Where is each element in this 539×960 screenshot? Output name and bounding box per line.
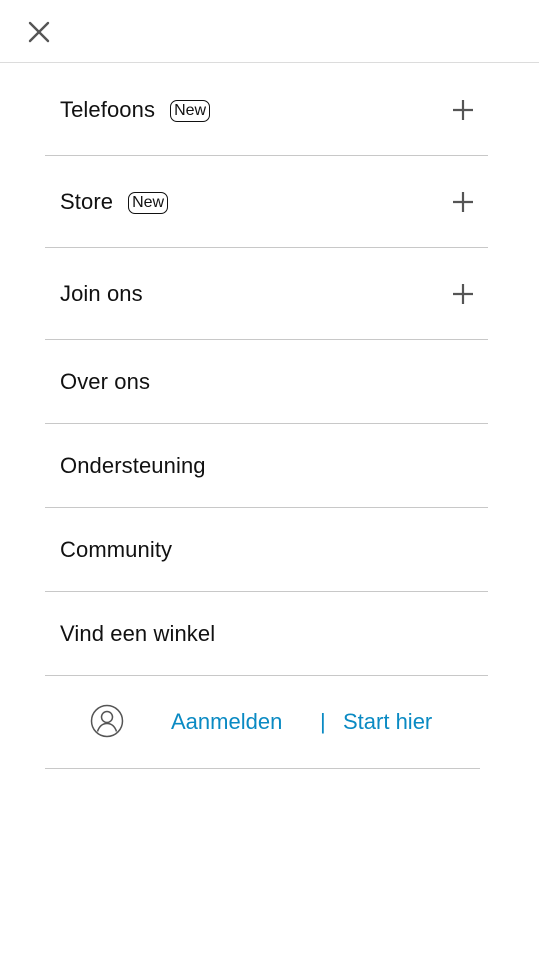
new-badge: New: [128, 191, 169, 214]
link-separator: |: [320, 709, 326, 734]
menu-item-label: Over ons: [60, 368, 151, 394]
menu-item-label: Store: [60, 188, 114, 214]
menu-item-label: Vind een winkel: [60, 620, 216, 646]
menu-item-vind-een-winkel[interactable]: Vind een winkel: [45, 592, 488, 676]
top-bar: [0, 0, 539, 63]
plus-icon[interactable]: [452, 99, 474, 121]
signin-link[interactable]: Aanmelden: [171, 709, 282, 735]
menu-item-community[interactable]: Community: [45, 508, 488, 592]
menu-item-join-ons[interactable]: Join ons: [45, 248, 488, 340]
new-badge: New: [170, 99, 211, 122]
menu-item-over-ons[interactable]: Over ons: [45, 340, 488, 424]
menu-item-label: Ondersteuning: [60, 452, 206, 478]
menu-item-label: Community: [60, 536, 173, 562]
close-icon[interactable]: [26, 19, 52, 45]
menu-item-store[interactable]: Store New: [45, 156, 488, 248]
start-here-link[interactable]: Start hier: [343, 709, 432, 735]
menu-item-telefoons[interactable]: Telefoons New: [45, 64, 488, 156]
plus-icon[interactable]: [452, 283, 474, 305]
menu-item-ondersteuning[interactable]: Ondersteuning: [45, 424, 488, 508]
menu-item-label: Telefoons: [60, 96, 156, 122]
menu-item-label: Join ons: [60, 280, 143, 306]
plus-icon[interactable]: [452, 191, 474, 213]
user-avatar-icon[interactable]: [90, 704, 124, 738]
account-row: Aanmelden | Start hier: [45, 675, 480, 769]
main-menu: Telefoons New Store New Join ons Over on…: [45, 64, 488, 676]
